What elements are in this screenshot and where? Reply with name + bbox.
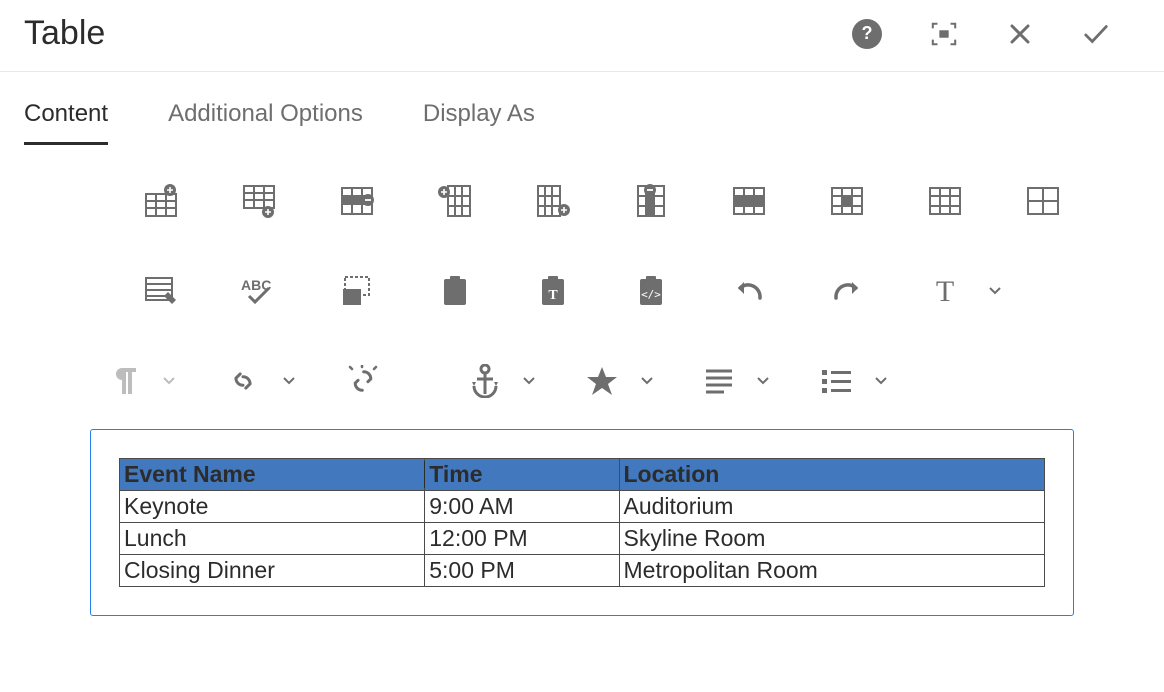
- spellcheck-icon[interactable]: ABC: [210, 271, 308, 311]
- close-icon[interactable]: [1006, 20, 1034, 48]
- paste-icon[interactable]: [406, 271, 504, 311]
- header-actions: ?: [852, 19, 1140, 49]
- justify-icon[interactable]: [704, 361, 734, 401]
- table-insert-col-after-icon[interactable]: [504, 181, 602, 221]
- table-cell[interactable]: Lunch: [120, 523, 425, 555]
- help-icon[interactable]: ?: [852, 19, 882, 49]
- chevron-down-icon[interactable]: [988, 286, 1002, 296]
- table-cell[interactable]: Keynote: [120, 491, 425, 523]
- table-cell[interactable]: Auditorium: [619, 491, 1045, 523]
- table-row[interactable]: Keynote 9:00 AM Auditorium: [120, 491, 1045, 523]
- table-header-row[interactable]: Event Name Time Location: [120, 459, 1045, 491]
- table-header-cell[interactable]: Event Name: [120, 459, 425, 491]
- table-row[interactable]: Closing Dinner 5:00 PM Metropolitan Room: [120, 555, 1045, 587]
- paste-html-icon[interactable]: </>: [602, 271, 700, 311]
- tab-content[interactable]: Content: [24, 100, 108, 145]
- content-editable-area[interactable]: Event Name Time Location Keynote 9:00 AM…: [90, 429, 1074, 616]
- svg-text:T: T: [548, 288, 558, 303]
- table-cell[interactable]: Metropolitan Room: [619, 555, 1045, 587]
- table-insert-row-before-icon[interactable]: [112, 181, 210, 221]
- toolbar: ABC T <: [0, 145, 1164, 401]
- tabs: Content Additional Options Display As: [0, 72, 1164, 145]
- chevron-down-icon[interactable]: [522, 376, 536, 386]
- svg-text:</>: </>: [641, 288, 661, 301]
- table-cell[interactable]: 12:00 PM: [425, 523, 619, 555]
- paraformat-icon[interactable]: [112, 361, 140, 401]
- table-cell-merge-icon[interactable]: [700, 181, 798, 221]
- chevron-down-icon[interactable]: [162, 376, 176, 386]
- table-nested-icon[interactable]: [994, 181, 1092, 221]
- tab-display-as[interactable]: Display As: [423, 100, 535, 145]
- special-char-icon[interactable]: [586, 361, 618, 401]
- chevron-down-icon[interactable]: [756, 376, 770, 386]
- chevron-down-icon[interactable]: [640, 376, 654, 386]
- undo-icon[interactable]: [700, 271, 798, 311]
- list-icon[interactable]: [820, 361, 852, 401]
- table-select-icon[interactable]: [896, 181, 994, 221]
- redo-icon[interactable]: [798, 271, 896, 311]
- anchor-icon[interactable]: [470, 361, 500, 401]
- text-format-icon[interactable]: T: [896, 271, 994, 311]
- table-delete-row-icon[interactable]: [308, 181, 406, 221]
- table-cell[interactable]: 5:00 PM: [425, 555, 619, 587]
- table-insert-row-after-icon[interactable]: [210, 181, 308, 221]
- table-cell[interactable]: Skyline Room: [619, 523, 1045, 555]
- dialog-header: Table ?: [0, 0, 1164, 72]
- toolbar-row-3: [112, 361, 1104, 401]
- toolbar-row-1: [112, 181, 1104, 221]
- table-header-cell[interactable]: Location: [619, 459, 1045, 491]
- table-cell[interactable]: 9:00 AM: [425, 491, 619, 523]
- dialog-title: Table: [24, 14, 105, 53]
- chevron-down-icon[interactable]: [874, 376, 888, 386]
- table-delete-col-icon[interactable]: [602, 181, 700, 221]
- data-table[interactable]: Event Name Time Location Keynote 9:00 AM…: [119, 458, 1045, 587]
- target-mode-icon[interactable]: [308, 271, 406, 311]
- chevron-down-icon[interactable]: [282, 376, 296, 386]
- table-insert-col-before-icon[interactable]: [406, 181, 504, 221]
- cell-edit-icon[interactable]: [112, 271, 210, 311]
- link-icon[interactable]: [226, 361, 260, 401]
- fullscreen-icon[interactable]: [930, 20, 958, 48]
- paste-text-icon[interactable]: T: [504, 271, 602, 311]
- table-cell-split-icon[interactable]: [798, 181, 896, 221]
- table-cell[interactable]: Closing Dinner: [120, 555, 425, 587]
- toolbar-row-2: ABC T <: [112, 271, 1104, 311]
- tab-additional-options[interactable]: Additional Options: [168, 100, 363, 145]
- table-header-cell[interactable]: Time: [425, 459, 619, 491]
- done-icon[interactable]: [1082, 20, 1110, 48]
- unlink-icon[interactable]: [346, 361, 380, 401]
- svg-text:T: T: [936, 276, 954, 306]
- table-row[interactable]: Lunch 12:00 PM Skyline Room: [120, 523, 1045, 555]
